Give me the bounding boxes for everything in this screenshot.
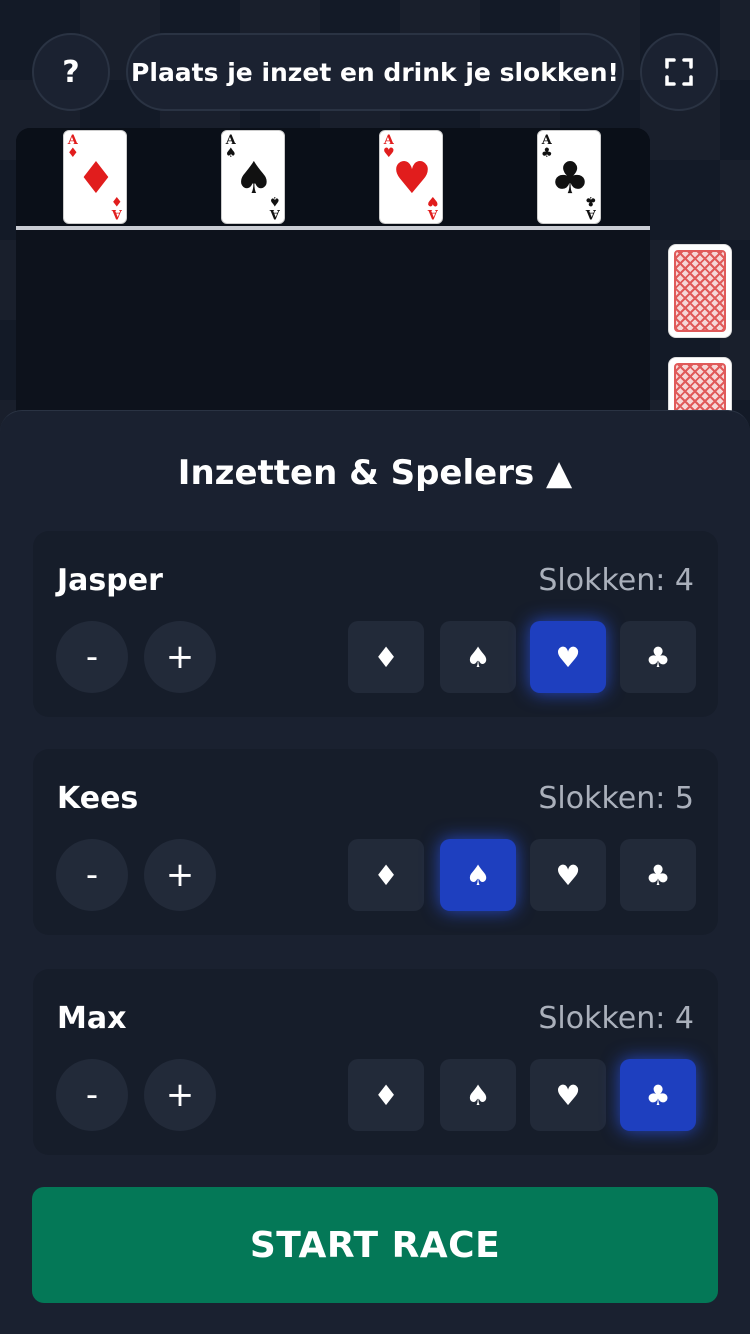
help-label: ? [62, 54, 80, 90]
bet-clubs-button[interactable]: ♣ [620, 839, 696, 911]
bet-diamonds-button[interactable]: ♦ [348, 621, 424, 693]
player-card: Max Slokken: 4 - + ♦ ♠ ♥ ♣ [33, 969, 718, 1155]
bet-hearts-button[interactable]: ♥ [530, 1059, 606, 1131]
card-corner: A ♦ [111, 193, 123, 221]
decrease-sips-button[interactable]: - [56, 1059, 128, 1131]
increase-sips-button[interactable]: + [144, 621, 216, 693]
bet-diamonds-button[interactable]: ♦ [348, 839, 424, 911]
player-sips: Slokken: 5 [538, 781, 694, 816]
ace-card-hearts: A ♥ ♥ A ♥ [379, 130, 443, 224]
decrease-sips-button[interactable]: - [56, 621, 128, 693]
background: ? Plaats je inzet en drink je slokken! A… [0, 0, 750, 1334]
player-name: Max [57, 1001, 127, 1036]
player-name: Jasper [57, 563, 163, 598]
bets-panel: Inzetten & Spelers ▲ Jasper Slokken: 4 -… [0, 410, 750, 1334]
card-back [668, 244, 732, 338]
card-back-pattern [674, 250, 726, 332]
increase-sips-button[interactable]: + [144, 1059, 216, 1131]
start-zone: A ♦ ♦ A ♦ A ♠ ♠ A ♠ A ♥ ♥ A ♥ A ♣ ♣ A ♣ [16, 128, 650, 226]
ace-card-diamonds: A ♦ ♦ A ♦ [63, 130, 127, 224]
card-corner: A ♣ [585, 193, 597, 221]
player-sips: Slokken: 4 [538, 563, 694, 598]
increase-sips-button[interactable]: + [144, 839, 216, 911]
bet-spades-button[interactable]: ♠ [440, 1059, 516, 1131]
player-name: Kees [57, 781, 139, 816]
help-button[interactable]: ? [32, 33, 110, 111]
start-race-button[interactable]: START RACE [32, 1187, 718, 1303]
player-card: Kees Slokken: 5 - + ♦ ♠ ♥ ♣ [33, 749, 718, 935]
top-bar: ? Plaats je inzet en drink je slokken! [0, 0, 750, 120]
ace-card-clubs: A ♣ ♣ A ♣ [537, 130, 601, 224]
player-sips: Slokken: 4 [538, 1001, 694, 1036]
card-corner: A ♠ [269, 193, 281, 221]
bet-hearts-button[interactable]: ♥ [530, 839, 606, 911]
status-message: Plaats je inzet en drink je slokken! [126, 33, 624, 111]
bet-spades-button[interactable]: ♠ [440, 839, 516, 911]
bet-diamonds-button[interactable]: ♦ [348, 1059, 424, 1131]
card-corner: A ♥ [427, 193, 439, 221]
bet-clubs-button[interactable]: ♣ [620, 621, 696, 693]
ace-card-spades: A ♠ ♠ A ♠ [221, 130, 285, 224]
player-card: Jasper Slokken: 4 - + ♦ ♠ ♥ ♣ [33, 531, 718, 717]
race-track: A ♦ ♦ A ♦ A ♠ ♠ A ♠ A ♥ ♥ A ♥ A ♣ ♣ A ♣ [16, 128, 650, 418]
bet-hearts-button[interactable]: ♥ [530, 621, 606, 693]
bet-clubs-button[interactable]: ♣ [620, 1059, 696, 1131]
panel-toggle[interactable]: Inzetten & Spelers ▲ [0, 453, 750, 493]
status-message-text: Plaats je inzet en drink je slokken! [131, 57, 619, 87]
decrease-sips-button[interactable]: - [56, 839, 128, 911]
fullscreen-button[interactable] [640, 33, 718, 111]
fullscreen-icon [665, 58, 693, 86]
start-line [16, 226, 650, 230]
bet-spades-button[interactable]: ♠ [440, 621, 516, 693]
